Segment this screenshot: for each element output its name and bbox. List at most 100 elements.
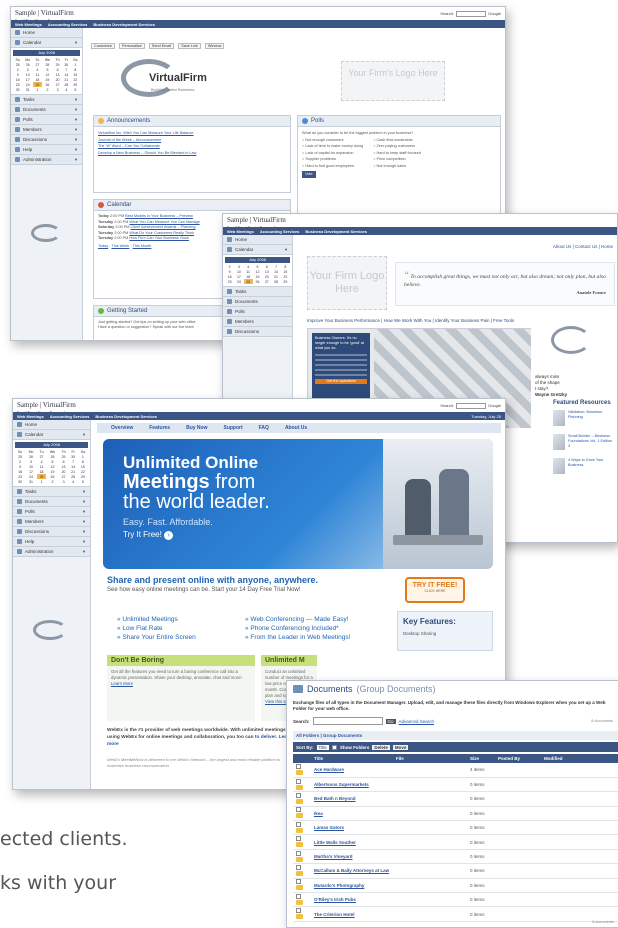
nav-accounting[interactable]: Accounting Services <box>50 414 90 419</box>
advanced-search-link[interactable]: Advanced Search <box>399 719 435 724</box>
row-title[interactable]: O'Riley's Irish Pubs <box>311 892 393 908</box>
tab-overview[interactable]: Overview <box>111 425 133 431</box>
day[interactable]: 30 <box>15 479 25 484</box>
chevron-down-icon[interactable]: ▼ <box>74 40 78 45</box>
chevron-down-icon[interactable]: ▼ <box>74 157 78 162</box>
column-posted-by[interactable]: Posted By <box>495 754 541 763</box>
tab-faq[interactable]: FAQ <box>259 425 269 431</box>
day[interactable]: 28 <box>271 279 280 284</box>
announcement-item[interactable]: Develop a New Business – Should You Be B… <box>98 150 286 157</box>
row-checkbox[interactable] <box>296 908 301 914</box>
vote-button[interactable]: Vote <box>302 171 316 178</box>
search-input[interactable] <box>456 10 487 17</box>
day[interactable]: 26 <box>253 279 262 284</box>
chevron-down-icon[interactable]: ▼ <box>82 529 86 534</box>
row-title[interactable]: Albertsons Supermarkets <box>311 777 393 793</box>
day[interactable]: 30 <box>13 87 22 92</box>
sidebar-item-calendar[interactable]: Calendar ▼ <box>13 430 90 440</box>
nav-business-dev[interactable]: Business Development Services <box>95 414 157 419</box>
nav-web-meetings[interactable]: Web Meetings <box>227 229 254 234</box>
row-checkbox[interactable] <box>296 879 301 885</box>
row-title[interactable]: Mutardo's Photography <box>311 878 393 894</box>
day[interactable]: 31 <box>25 479 37 484</box>
row-title[interactable]: Martha's Vineyard <box>311 849 393 865</box>
table-row[interactable]: The Criterion Hotel 0 items <box>293 906 618 922</box>
table-row[interactable]: Martha's Vineyard 0 items <box>293 849 618 865</box>
row-checkbox[interactable] <box>296 850 301 856</box>
chevron-down-icon[interactable]: ▼ <box>82 499 86 504</box>
calendar-event[interactable]: What Do Your Customers Really Think <box>129 231 194 235</box>
row-checkbox[interactable] <box>296 893 301 899</box>
sidebar-item-discussions[interactable]: Discussions <box>223 327 292 337</box>
chevron-down-icon[interactable]: ▼ <box>82 432 86 437</box>
nav-accounting[interactable]: Accounting Services <box>48 22 88 27</box>
day[interactable]: 29 <box>281 279 290 284</box>
row-title[interactable]: Bed Bath n Beyond <box>311 791 393 807</box>
customize-button[interactable]: Customize <box>91 43 115 49</box>
poll-option[interactable]: ○ Hard to find good employees <box>302 163 363 170</box>
row-checkbox[interactable] <box>296 836 301 842</box>
poll-option[interactable]: ○ Zero paying customers <box>373 143 421 150</box>
table-row[interactable]: O'Riley's Irish Pubs 0 items <box>293 892 618 908</box>
table-row[interactable]: Little Walls Souther 0 items <box>293 834 618 850</box>
row-title[interactable]: Ace Hardware <box>311 763 393 778</box>
nav-business-dev[interactable]: Business Development Services <box>305 229 367 234</box>
personalize-button[interactable]: Personalize <box>118 43 145 49</box>
try-it-free-button[interactable]: TRY IT FREE! CLICK HERE <box>405 577 465 603</box>
chevron-down-icon[interactable]: ▼ <box>82 489 86 494</box>
sidebar-item-admin[interactable]: Administration ▼ <box>13 547 90 557</box>
window-menu-button[interactable]: Window <box>204 43 225 49</box>
day[interactable]: 24 <box>234 279 243 284</box>
day[interactable]: 27 <box>262 279 271 284</box>
calendar-week-link[interactable]: This Week <box>111 244 129 248</box>
top-links[interactable]: About Us | Contact Us | Home <box>553 244 613 249</box>
day[interactable]: 3 <box>59 479 69 484</box>
column-size[interactable]: Size <box>467 754 495 763</box>
chevron-down-icon[interactable]: ▼ <box>74 127 78 132</box>
search-engine[interactable]: Google <box>488 403 501 408</box>
day[interactable]: 2 <box>46 479 58 484</box>
learn-more-link[interactable]: Learn More <box>111 681 251 687</box>
nav-accounting[interactable]: Accounting Services <box>260 229 300 234</box>
send-email-button[interactable]: Send Email <box>148 43 175 49</box>
poll-option[interactable]: ○ Not enough sales <box>373 163 421 170</box>
sub-navigation[interactable]: Improve Your Business Performance | How … <box>307 318 514 323</box>
sidebar-item-tasks[interactable]: Tasks ▼ <box>13 487 90 497</box>
sidebar-item-documents[interactable]: Documents <box>223 297 292 307</box>
table-row[interactable]: Ace Hardware 4 items <box>293 763 618 778</box>
calendar-event[interactable]: How Firm Can Your Business Grow <box>129 236 189 240</box>
sidebar-item-members[interactable]: Members <box>223 317 292 327</box>
sidebar-item-calendar[interactable]: Calendar ▼ <box>11 38 82 48</box>
save-link-button[interactable]: Save Link <box>178 43 201 49</box>
chevron-down-icon[interactable]: ▼ <box>82 549 86 554</box>
row-title[interactable]: Lamas Gators <box>311 820 393 836</box>
calendar-event[interactable]: What You Can Measure You Can Manage <box>129 220 199 224</box>
day[interactable]: 4 <box>68 479 77 484</box>
chevron-down-icon[interactable]: ▼ <box>74 117 78 122</box>
documents-go-button[interactable]: Go <box>385 718 396 724</box>
search-input[interactable] <box>456 402 487 409</box>
featured-item[interactable]: Validation: Business Planning <box>553 410 615 426</box>
show-folders-checkbox[interactable] <box>331 744 337 750</box>
day[interactable]: 2 <box>42 87 53 92</box>
row-title[interactable]: Little Walls Souther <box>311 834 393 850</box>
sidebar-item-polls[interactable]: Polls ▼ <box>11 115 82 125</box>
calendar-event[interactable]: Best Models in Your Business – Preview <box>125 214 193 218</box>
row-title[interactable]: Ikea <box>311 806 393 822</box>
sidebar-item-documents[interactable]: Documents ▼ <box>11 105 82 115</box>
day[interactable]: 23 <box>225 279 234 284</box>
sidebar-item-tasks[interactable]: Tasks <box>223 287 292 297</box>
tab-support[interactable]: Support <box>223 425 242 431</box>
sidebar-item-documents[interactable]: Documents ▼ <box>13 497 90 507</box>
row-checkbox[interactable] <box>296 864 301 870</box>
row-checkbox[interactable] <box>296 778 301 784</box>
row-checkbox[interactable] <box>296 763 301 769</box>
sidebar-item-calendar[interactable]: Calendar ▼ <box>223 245 292 255</box>
featured-item[interactable]: Small Builder – Business Foundations Vol… <box>553 434 615 450</box>
row-checkbox[interactable] <box>296 807 301 813</box>
documents-breadcrumb[interactable]: All Folders | Group Documents <box>293 731 618 740</box>
featured-item[interactable]: 4 Ways to Grow Your Business <box>553 458 615 474</box>
sidebar-item-admin[interactable]: Administration ▼ <box>11 155 82 165</box>
sidebar-item-help[interactable]: Help ▼ <box>11 145 82 155</box>
chevron-down-icon[interactable]: ▼ <box>74 97 78 102</box>
